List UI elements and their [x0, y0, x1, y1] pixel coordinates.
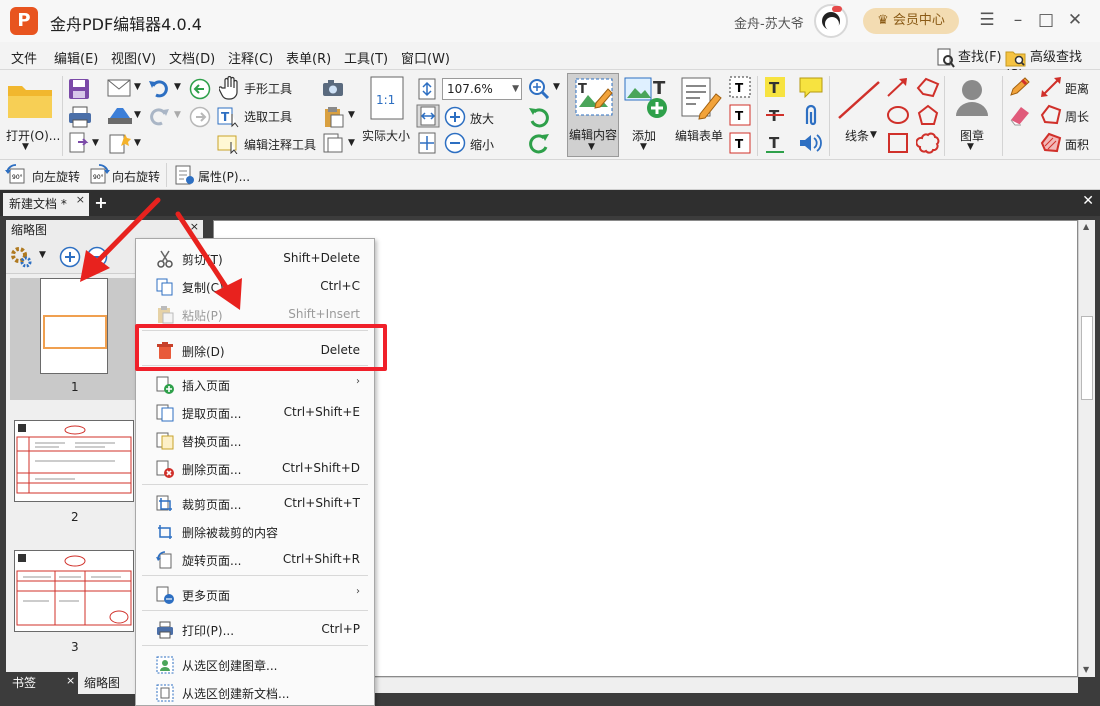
arrow-to-menu: [175, 211, 242, 310]
arrow-to-thumbnail: [80, 197, 161, 282]
annotation-arrows: [80, 197, 242, 310]
